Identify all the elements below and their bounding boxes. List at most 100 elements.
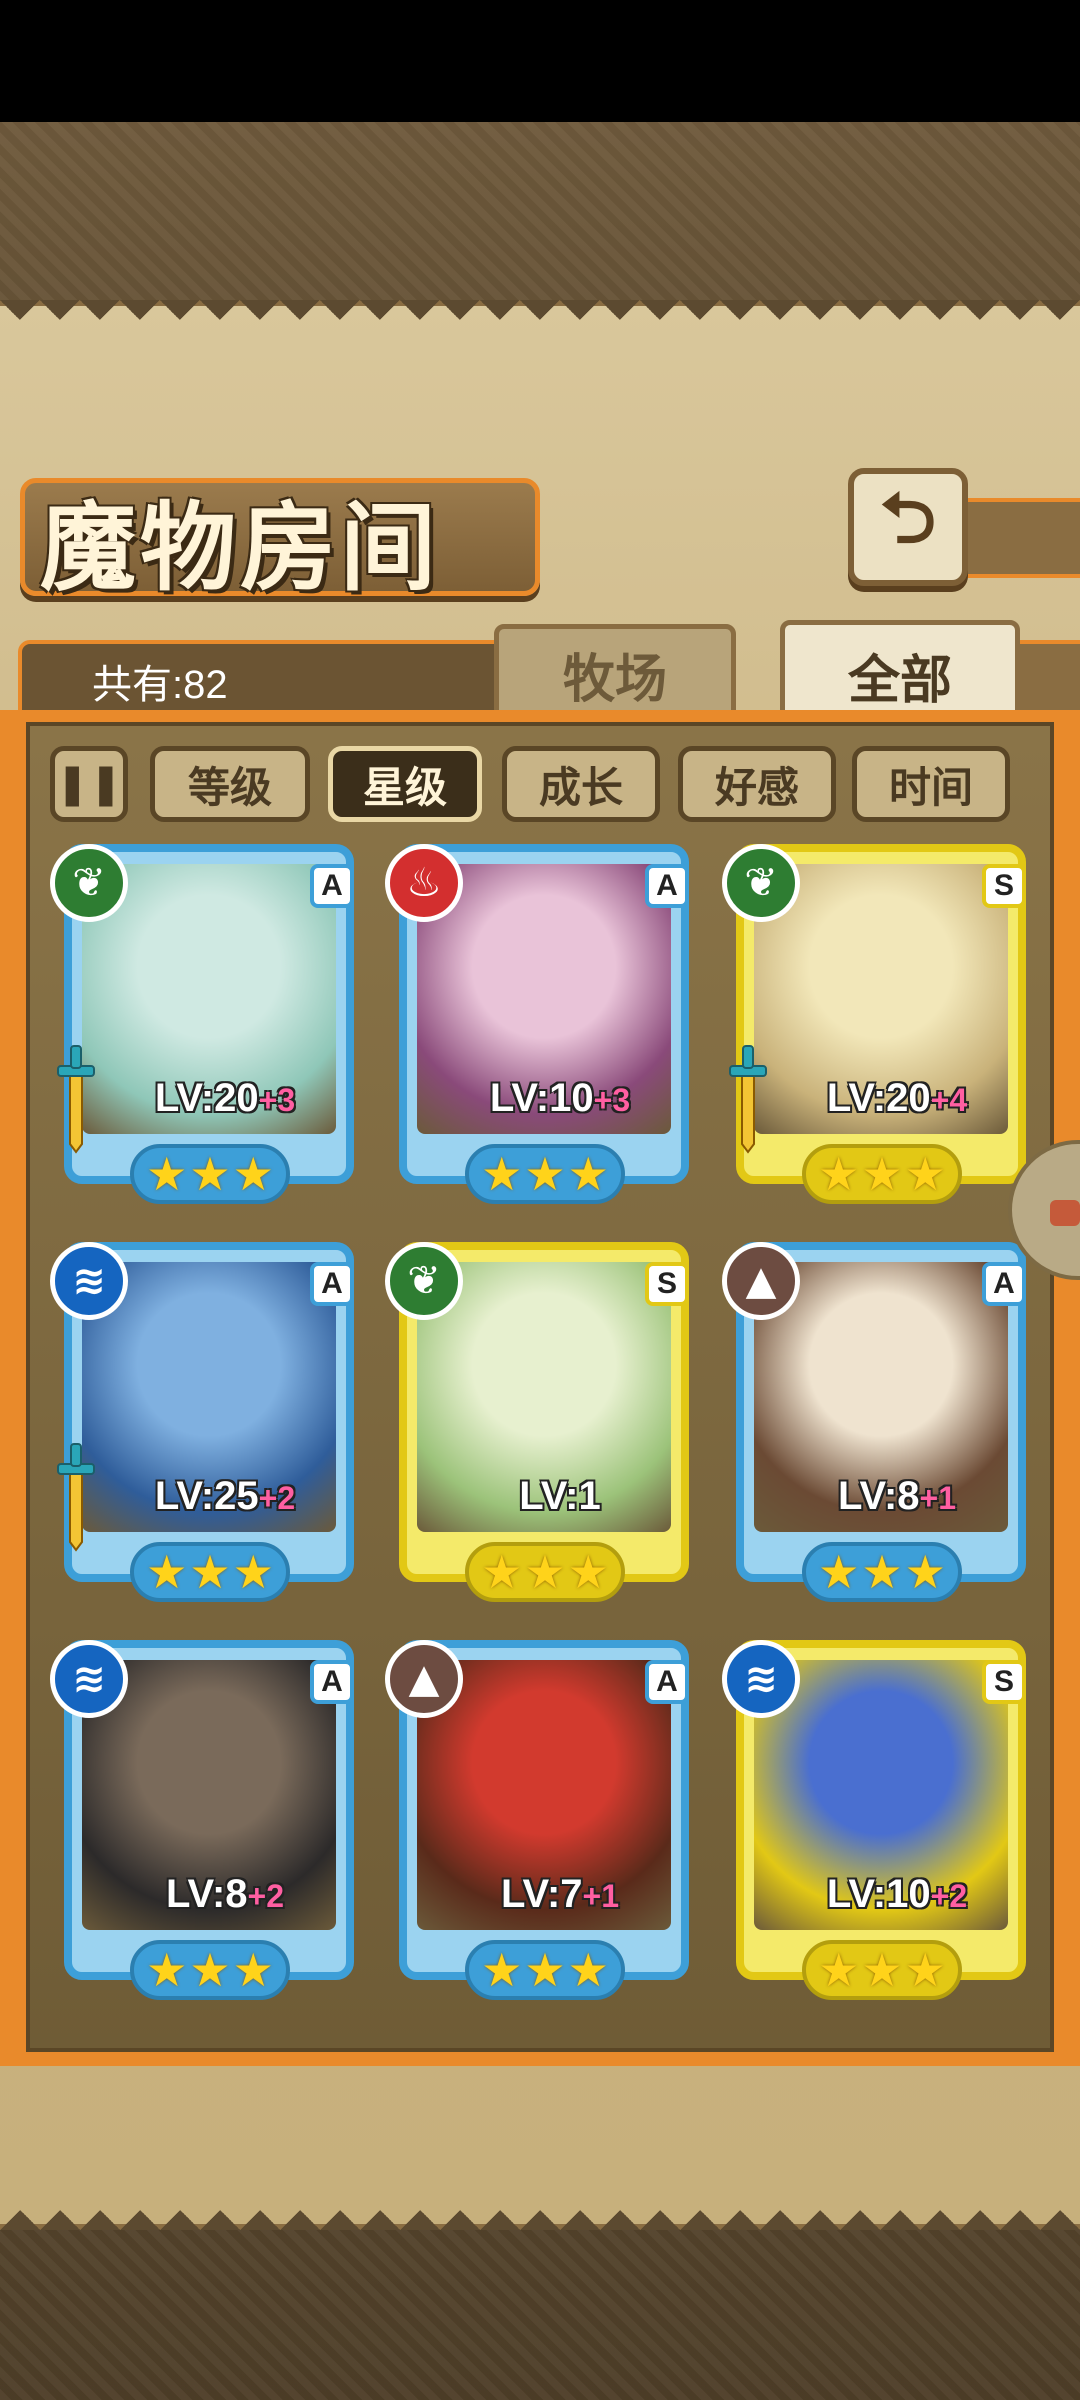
level-value: LV:10 (489, 1076, 594, 1120)
pause-sort-icon: ❚❚ (55, 761, 123, 807)
star-icon: ★ (189, 1943, 231, 1997)
filter-time-button[interactable]: 时间 (852, 746, 1010, 822)
level-label: LV:20+3 (110, 1076, 340, 1121)
level-label: LV:7+1 (445, 1872, 675, 1917)
level-label: LV:8+2 (110, 1872, 340, 1917)
zigzag-border-bottom (0, 2190, 1080, 2230)
tab-ranch-label: 牧场 (562, 649, 667, 710)
leaf-element-icon: ❦ (385, 1242, 463, 1320)
star-icon: ★ (861, 1147, 903, 1201)
back-rail (960, 498, 1080, 578)
star-icon: ★ (818, 1147, 860, 1201)
background-texture (0, 122, 1080, 302)
level-label: LV:1 (445, 1474, 675, 1519)
star-icon: ★ (232, 1943, 274, 1997)
page-title: 魔物房间 (40, 492, 440, 604)
enhance-plus: +1 (919, 1480, 956, 1516)
side-drawer-icon (1050, 1200, 1080, 1226)
rarity-badge: A (310, 1262, 354, 1306)
filter-star-label: 星级 (362, 762, 447, 812)
star-icon: ★ (904, 1943, 946, 1997)
filter-level-label: 等级 (187, 762, 272, 812)
sort-toggle-button[interactable]: ❚❚ (50, 746, 128, 822)
tab-all-label: 全部 (847, 650, 952, 711)
star-rating: ★ ★ ★ (130, 1940, 290, 2000)
star-icon: ★ (861, 1545, 903, 1599)
zigzag-border-top (0, 300, 1080, 340)
monster-card[interactable]: A ❦ LV:20+3 ★ ★ ★ (50, 844, 354, 1204)
filter-level-button[interactable]: 等级 (150, 746, 310, 822)
star-icon: ★ (232, 1545, 274, 1599)
star-icon: ★ (481, 1147, 523, 1201)
earth-element-icon: ▲ (722, 1242, 800, 1320)
monster-card[interactable]: S ≋ LV:10+2 ★ ★ ★ (722, 1640, 1026, 2000)
rarity-badge: A (310, 1660, 354, 1704)
monster-card[interactable]: A ▲ LV:8+1 ★ ★ ★ (722, 1242, 1026, 1602)
monster-count: 共有:82 (92, 663, 228, 707)
star-icon: ★ (232, 1147, 274, 1201)
star-rating: ★ ★ ★ (130, 1144, 290, 1204)
star-rating: ★ ★ ★ (802, 1940, 962, 2000)
sword-icon (57, 1443, 95, 1552)
filter-growth-label: 成长 (538, 762, 623, 812)
star-rating: ★ ★ ★ (130, 1542, 290, 1602)
level-value: LV:10 (826, 1872, 931, 1916)
star-rating: ★ ★ ★ (465, 1144, 625, 1204)
filter-affection-button[interactable]: 好感 (678, 746, 836, 822)
monster-card[interactable]: A ♨ LV:10+3 ★ ★ ★ (385, 844, 689, 1204)
back-button[interactable]: ⮌ (848, 468, 968, 586)
star-rating: ★ ★ ★ (465, 1940, 625, 2000)
rarity-badge: A (310, 864, 354, 908)
level-value: LV:25 (154, 1474, 259, 1518)
star-icon: ★ (567, 1943, 609, 1997)
status-bar (0, 0, 1080, 122)
enhance-plus: +2 (930, 1878, 968, 1914)
star-icon: ★ (146, 1943, 188, 1997)
star-icon: ★ (524, 1147, 566, 1201)
star-icon: ★ (567, 1545, 609, 1599)
fire-element-icon: ♨ (385, 844, 463, 922)
filter-growth-button[interactable]: 成长 (502, 746, 660, 822)
enhance-plus: +4 (930, 1082, 968, 1118)
rarity-badge: S (982, 864, 1026, 908)
level-label: LV:25+2 (110, 1474, 340, 1519)
star-icon: ★ (904, 1545, 946, 1599)
enhance-plus: +1 (582, 1878, 619, 1914)
star-rating: ★ ★ ★ (802, 1144, 962, 1204)
enhance-plus: +3 (593, 1082, 631, 1118)
level-value: LV:8 (838, 1474, 920, 1518)
star-icon: ★ (524, 1545, 566, 1599)
monster-card[interactable]: A ≋ LV:8+2 ★ ★ ★ (50, 1640, 354, 2000)
level-label: LV:20+4 (782, 1076, 1012, 1121)
star-icon: ★ (567, 1147, 609, 1201)
rarity-badge: S (645, 1262, 689, 1306)
monster-card[interactable]: A ▲ LV:7+1 ★ ★ ★ (385, 1640, 689, 2000)
star-icon: ★ (481, 1943, 523, 1997)
level-label: LV:10+2 (782, 1872, 1012, 1917)
filter-affection-label: 好感 (714, 762, 799, 812)
background-texture-bottom (0, 2220, 1080, 2400)
rarity-badge: A (645, 864, 689, 908)
water-element-icon: ≋ (722, 1640, 800, 1718)
level-value: LV:20 (154, 1076, 259, 1120)
monster-card[interactable]: A ≋ LV:25+2 ★ ★ ★ (50, 1242, 354, 1602)
monster-card[interactable]: S ❦ LV:20+4 ★ ★ ★ (722, 844, 1026, 1204)
water-element-icon: ≋ (50, 1242, 128, 1320)
star-icon: ★ (189, 1147, 231, 1201)
rarity-badge: S (982, 1660, 1026, 1704)
sword-icon (57, 1045, 95, 1154)
level-value: LV:7 (501, 1872, 583, 1916)
tab-ranch[interactable]: 牧场 (494, 624, 736, 724)
filter-time-label: 时间 (888, 762, 973, 812)
star-icon: ★ (904, 1147, 946, 1201)
star-icon: ★ (861, 1943, 903, 1997)
star-rating: ★ ★ ★ (465, 1542, 625, 1602)
sword-icon (729, 1045, 767, 1154)
star-icon: ★ (524, 1943, 566, 1997)
level-label: LV:10+3 (445, 1076, 675, 1121)
enhance-plus: +3 (258, 1082, 296, 1118)
filter-star-button[interactable]: 星级 (328, 746, 482, 822)
monster-card[interactable]: S ❦ LV:1 ★ ★ ★ (385, 1242, 689, 1602)
return-arrow-icon: ⮌ (879, 476, 937, 559)
level-value: LV:20 (826, 1076, 931, 1120)
